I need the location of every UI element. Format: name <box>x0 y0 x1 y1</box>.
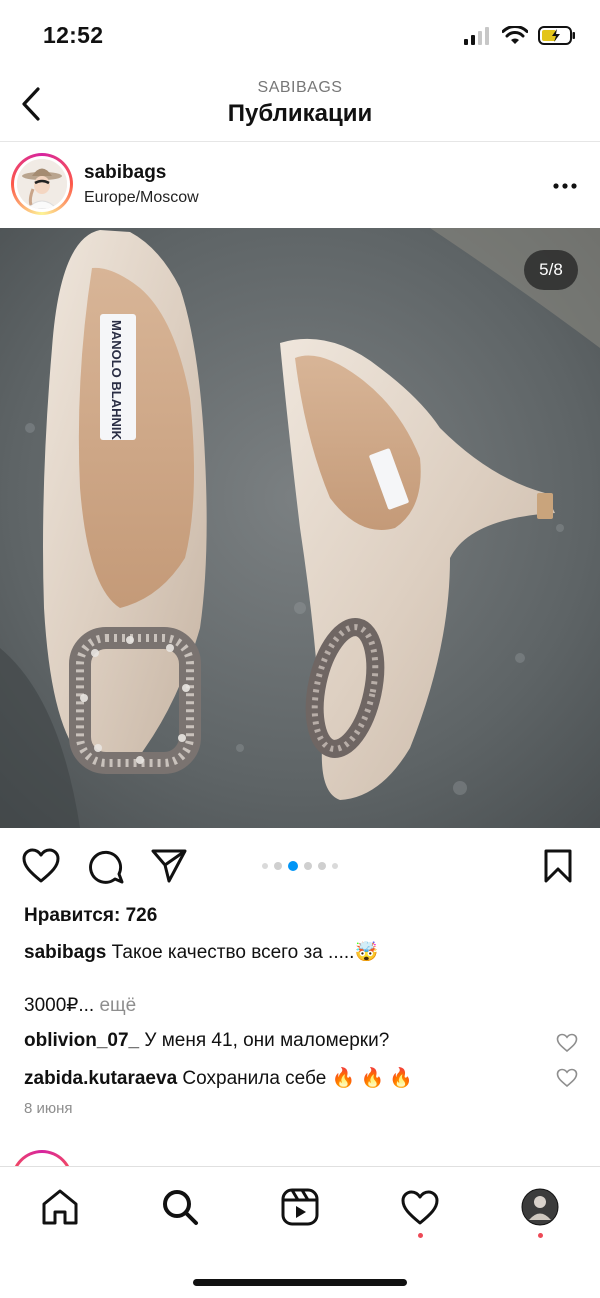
tab-search[interactable] <box>160 1187 200 1227</box>
more-link[interactable]: ещё <box>99 995 136 1016</box>
heart-icon <box>556 1033 578 1053</box>
post-image[interactable]: MANOLO BLAHNIK 5/8 <box>0 228 600 828</box>
bookmark-icon <box>544 849 572 883</box>
more-options-button[interactable] <box>552 178 578 189</box>
paper-plane-icon <box>151 849 187 883</box>
carousel-dot <box>318 862 326 870</box>
signal-icon <box>464 26 489 45</box>
comment-username[interactable]: oblivion_07_ <box>24 1030 139 1051</box>
profile-avatar <box>521 1188 559 1226</box>
comment-username[interactable]: zabida.kutaraeva <box>24 1068 177 1089</box>
status-time: 12:52 <box>43 22 104 48</box>
tab-bar <box>0 1166 600 1298</box>
post-header: sabibags Europe/Moscow <box>0 142 600 228</box>
home-indicator <box>193 1279 407 1286</box>
more-horizontal-icon <box>553 183 577 189</box>
heart-icon <box>22 848 60 883</box>
shoes-photo: MANOLO BLAHNIK <box>0 228 600 828</box>
battery-icon <box>538 26 575 45</box>
tab-reels[interactable] <box>280 1187 320 1227</box>
caption-price: 3000₽... ещё <box>24 994 136 1017</box>
save-button[interactable] <box>543 848 573 889</box>
home-icon <box>42 1189 78 1225</box>
caption-price-text: 3000₽... <box>24 995 95 1016</box>
likes-count[interactable]: Нравится: 726 <box>24 905 157 927</box>
comment-row: zabida.kutaraeva Сохранила себе 🔥 🔥 🔥 <box>24 1066 544 1090</box>
account-label: SABIBAGS <box>257 79 343 96</box>
carousel-dots <box>262 861 338 871</box>
post-date: 8 июня <box>24 1100 73 1117</box>
post-username[interactable]: sabibags <box>84 162 166 184</box>
status-bar: 12:52 <box>0 0 600 70</box>
tab-home[interactable] <box>40 1187 80 1227</box>
tab-activity[interactable] <box>400 1187 440 1227</box>
comment-row: oblivion_07_ У меня 41, они маломерки? <box>24 1030 544 1052</box>
comment-icon <box>89 850 124 884</box>
status-icons <box>464 26 576 45</box>
carousel-dot <box>274 862 282 870</box>
page-title: Публикации <box>227 100 373 127</box>
heart-icon <box>401 1190 439 1225</box>
profile-notification-dot <box>538 1233 543 1238</box>
brand-label: MANOLO BLAHNIK <box>109 320 124 440</box>
carousel-dot-active <box>288 861 298 871</box>
comment-like-button[interactable] <box>556 1033 578 1058</box>
reels-icon <box>281 1188 319 1226</box>
comment-button[interactable] <box>88 848 124 889</box>
post-caption: sabibags Такое качество всего за .....🤯 <box>24 940 584 964</box>
avatar[interactable] <box>11 153 73 215</box>
share-button[interactable] <box>150 848 188 889</box>
caption-username[interactable]: sabibags <box>24 942 106 963</box>
search-icon <box>163 1190 198 1225</box>
slide-counter: 5/8 <box>524 250 578 290</box>
comment-text: У меня 41, они маломерки? <box>144 1030 390 1051</box>
wifi-icon <box>502 26 528 44</box>
tab-profile[interactable] <box>520 1187 560 1227</box>
heart-icon <box>556 1068 578 1088</box>
carousel-dot <box>332 863 338 869</box>
activity-notification-dot <box>418 1233 423 1238</box>
carousel-dot <box>262 863 268 869</box>
caption-text: Такое качество всего за .....🤯 <box>111 942 379 963</box>
post-location[interactable]: Europe/Moscow <box>84 189 199 207</box>
nav-header: SABIBAGS Публикации <box>0 70 600 142</box>
comment-like-button[interactable] <box>556 1068 578 1093</box>
post-actions <box>0 828 600 904</box>
comment-text: Сохранила себе 🔥 🔥 🔥 <box>182 1068 414 1089</box>
avatar-image <box>17 159 67 209</box>
like-button[interactable] <box>22 848 60 889</box>
carousel-dot <box>304 862 312 870</box>
